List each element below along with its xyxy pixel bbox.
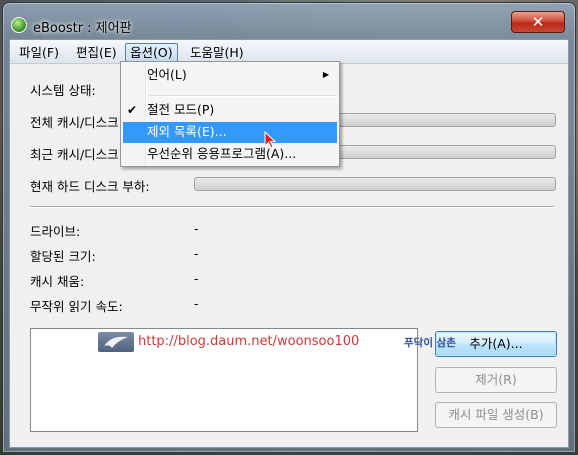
options-dropdown-menu: 언어(L) ▶ ✔ 절전 모드(P) 제외 목록(E)... 우선순위 응용프로… xyxy=(120,61,340,167)
menu-item-language[interactable]: 언어(L) ▶ xyxy=(123,65,337,86)
section-divider xyxy=(30,206,554,208)
window-title: eBoostr : 제어판 xyxy=(33,21,132,36)
drive-value: - xyxy=(194,221,199,236)
cache-fill-label: 캐시 채움: xyxy=(30,274,85,289)
title-bar[interactable]: eBoostr : 제어판 ✕ xyxy=(3,3,575,39)
recent-cache-label: 최근 캐시/디스크 xyxy=(30,147,119,162)
cache-fill-value: - xyxy=(194,271,199,286)
menu-options[interactable]: 옵션(O) xyxy=(125,43,178,62)
menu-file[interactable]: 파일(F) xyxy=(14,43,64,62)
menu-item-power-save-label: 절전 모드(P) xyxy=(147,102,215,117)
menu-edit[interactable]: 편집(E) xyxy=(71,43,122,62)
menu-separator xyxy=(149,95,337,97)
watermark-tag: 푸닥이 삼촌 xyxy=(404,337,456,349)
close-button[interactable]: ✕ xyxy=(511,11,565,33)
current-disk-load-label: 현재 하드 디스크 부하: xyxy=(30,179,150,194)
current-disk-load-progress xyxy=(194,177,556,191)
menu-item-exclusion-list-label: 제외 목록(E)... xyxy=(147,124,227,139)
menu-help[interactable]: 도움말(H) xyxy=(185,43,249,62)
app-icon xyxy=(11,17,27,33)
menu-item-language-label: 언어(L) xyxy=(147,67,187,82)
menu-item-exclusion-list[interactable]: 제외 목록(E)... xyxy=(123,122,337,143)
checkmark-icon: ✔ xyxy=(127,103,138,117)
watermark-url: http://blog.daum.net/woonsoo100 xyxy=(138,334,360,349)
bird-icon xyxy=(98,332,134,352)
mouse-cursor-icon xyxy=(264,131,277,149)
drive-label: 드라이브: xyxy=(30,224,81,239)
blog-watermark: http://blog.daum.net/woonsoo100 푸닥이 삼촌 xyxy=(98,330,478,354)
menu-item-priority-apps[interactable]: 우선순위 응용프로그램(A)... xyxy=(123,144,337,165)
submenu-arrow-icon: ▶ xyxy=(322,70,329,79)
create-cache-file-button[interactable]: 캐시 파일 생성(B) xyxy=(435,402,557,428)
allocated-size-label: 할당된 크기: xyxy=(30,249,96,264)
system-state-label: 시스템 상태: xyxy=(30,83,96,98)
menu-item-power-save[interactable]: ✔ 절전 모드(P) xyxy=(123,100,337,121)
remove-button[interactable]: 제거(R) xyxy=(435,367,557,393)
random-read-speed-label: 무작위 읽기 속도: xyxy=(30,299,123,314)
random-read-speed-value: - xyxy=(194,296,199,311)
allocated-size-value: - xyxy=(194,246,199,261)
total-cache-label: 전체 캐시/디스크 xyxy=(30,115,119,130)
